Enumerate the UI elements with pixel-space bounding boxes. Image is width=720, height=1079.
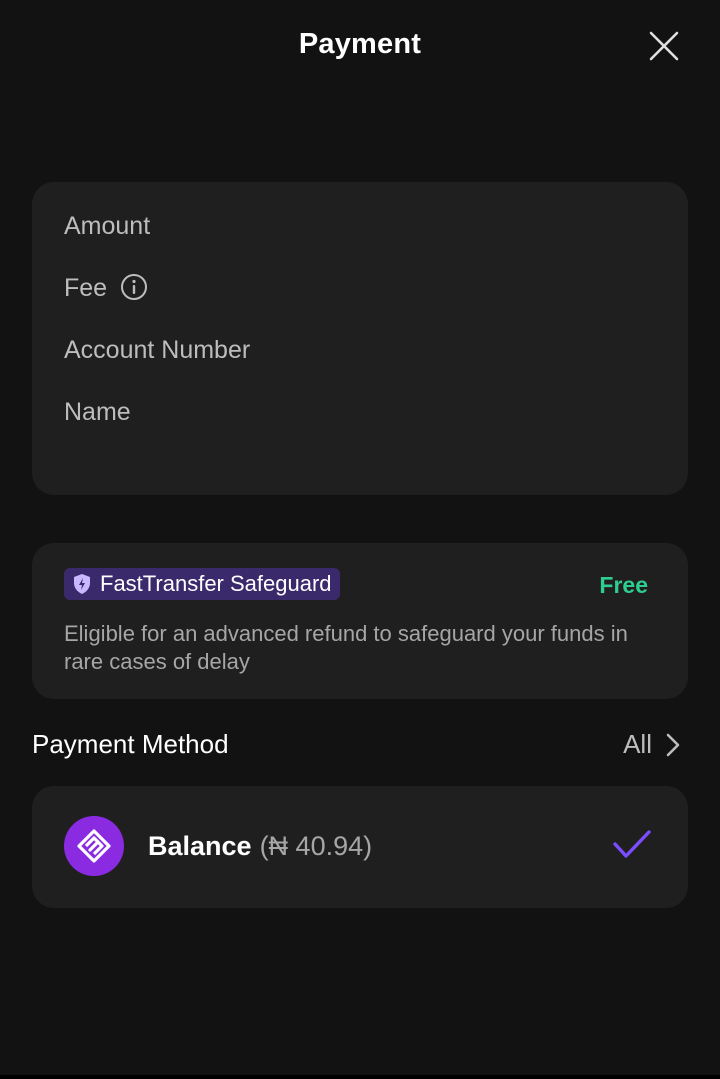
info-icon[interactable] (120, 273, 148, 301)
fee-label: Fee (64, 274, 108, 302)
safeguard-price: Free (599, 572, 648, 598)
safeguard-badge: FastTransfer Safeguard (64, 568, 340, 600)
balance-name: Balance (148, 831, 252, 861)
safeguard-card: FastTransfer Safeguard Free Eligible for… (32, 543, 688, 699)
safeguard-badge-label: FastTransfer Safeguard (100, 571, 332, 596)
payment-method-label: Payment Method (32, 729, 229, 759)
payment-sheet: Payment Amount Fee Account Number Name F… (0, 0, 720, 1075)
safeguard-description: Eligible for an advanced refund to safeg… (64, 621, 628, 674)
all-label: All (623, 729, 652, 759)
balance-amount: (₦ 40.94) (259, 831, 373, 861)
check-icon (613, 830, 651, 858)
amount-label: Amount (64, 212, 151, 240)
page-title: Payment (298, 28, 422, 60)
shield-icon (74, 574, 90, 594)
payment-method-balance[interactable]: Balance (₦ 40.94) (32, 786, 688, 908)
balance-text: Balance (₦ 40.94) (148, 831, 372, 862)
transfer-details-card: Amount Fee Account Number Name (32, 182, 688, 495)
name-label: Name (64, 398, 131, 426)
chevron-right-icon (666, 733, 680, 756)
header: Payment (0, 0, 720, 92)
balance-logo-icon (64, 816, 124, 876)
payment-method-all-link[interactable]: All (623, 729, 680, 760)
account-number-label: Account Number (64, 336, 251, 364)
bottom-edge (0, 1075, 720, 1079)
close-icon[interactable] (646, 28, 682, 64)
